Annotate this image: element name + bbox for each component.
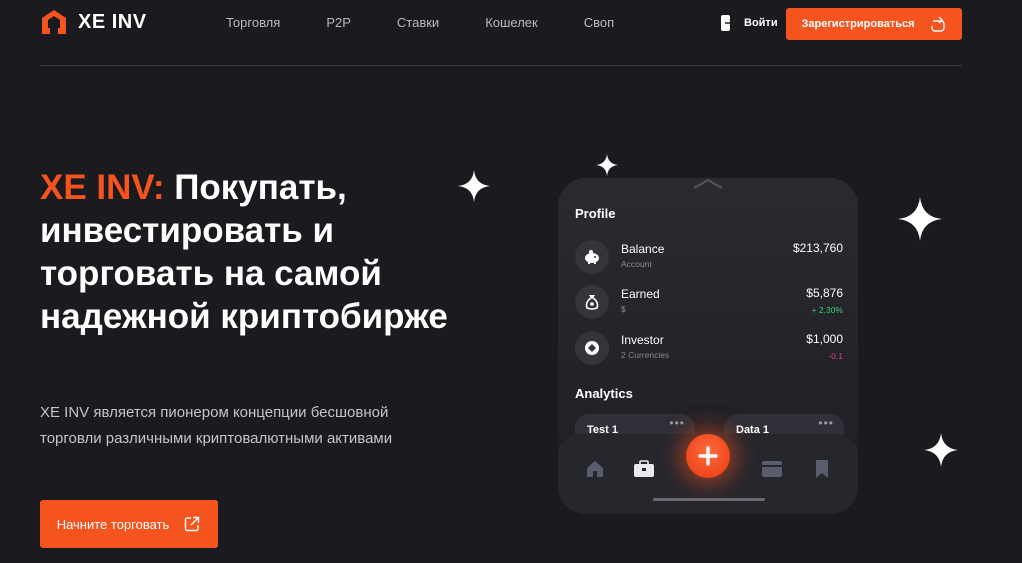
chevron-up-icon [693,178,723,189]
profile-title: Profile [575,206,616,221]
nav-item-staking[interactable]: Ставки [397,15,439,30]
row-delta: -0.1 [828,351,843,361]
card-icon[interactable] [761,458,783,480]
row-name: Balance [621,242,665,256]
profile-row-earned[interactable]: Earned $ $5,876 + 2.30% [575,285,845,321]
header-divider [40,65,962,66]
sparkle-icon [596,154,618,176]
hero-title: XE INV: Покупать, инвестировать и торгов… [40,166,480,338]
hero-title-brand: XE INV: [40,168,165,207]
nav-item-swap[interactable]: Своп [584,15,614,30]
plus-icon[interactable] [686,434,730,478]
refresh-icon [930,16,945,32]
nav-item-trading[interactable]: Торговля [226,15,280,30]
start-trading-button[interactable]: Начните торговать [40,500,218,548]
sparkle-icon [924,433,958,467]
row-value: $5,876 [806,286,843,300]
register-button[interactable]: Зарегистрироваться [786,8,962,40]
home-icon[interactable] [584,458,606,480]
row-delta: + 2.30% [811,305,843,315]
nav-item-p2p[interactable]: P2P [326,15,351,30]
profile-row-investor[interactable]: Investor 2 Currencies $1,000 -0.1 [575,331,845,367]
bookmark-icon[interactable] [811,458,833,480]
logo-icon [42,10,66,34]
profile-row-balance[interactable]: Balance Account $213,760 [575,240,845,276]
hero-description: XE INV является пионером концепции бесшо… [40,404,393,447]
more-icon[interactable]: ••• [818,416,834,430]
piggy-bank-icon [575,240,609,274]
sparkle-icon [898,197,942,241]
row-name: Investor [621,333,664,347]
sparkle-icon [458,170,490,202]
row-sub: 2 Currencies [621,350,670,360]
row-value: $1,000 [806,332,843,346]
more-icon[interactable]: ••• [669,416,685,430]
brand-name: XE INV [78,10,147,33]
home-indicator [653,498,765,501]
brand-logo[interactable]: XE INV [40,8,147,36]
analytics-title: Analytics [575,386,633,401]
login-button[interactable]: Войти [718,14,778,32]
briefcase-icon[interactable] [633,458,655,480]
row-name: Earned [621,287,660,301]
nav-item-wallet[interactable]: Кошелек [485,15,538,30]
row-value: $213,760 [792,241,843,255]
login-icon [721,15,735,31]
row-sub: Account [621,259,652,269]
money-bag-icon [575,285,609,319]
register-label: Зарегистрироваться [801,18,915,30]
main-nav: Торговля P2P Ставки Кошелек Своп [226,15,614,30]
diamond-icon [575,331,609,365]
row-sub: $ [621,304,626,314]
external-link-icon [185,516,200,532]
login-label: Войти [744,17,778,29]
start-trading-label: Начните торговать [56,516,170,532]
phone-mockup: Profile Balance Account $213,760 Earned … [558,178,858,514]
